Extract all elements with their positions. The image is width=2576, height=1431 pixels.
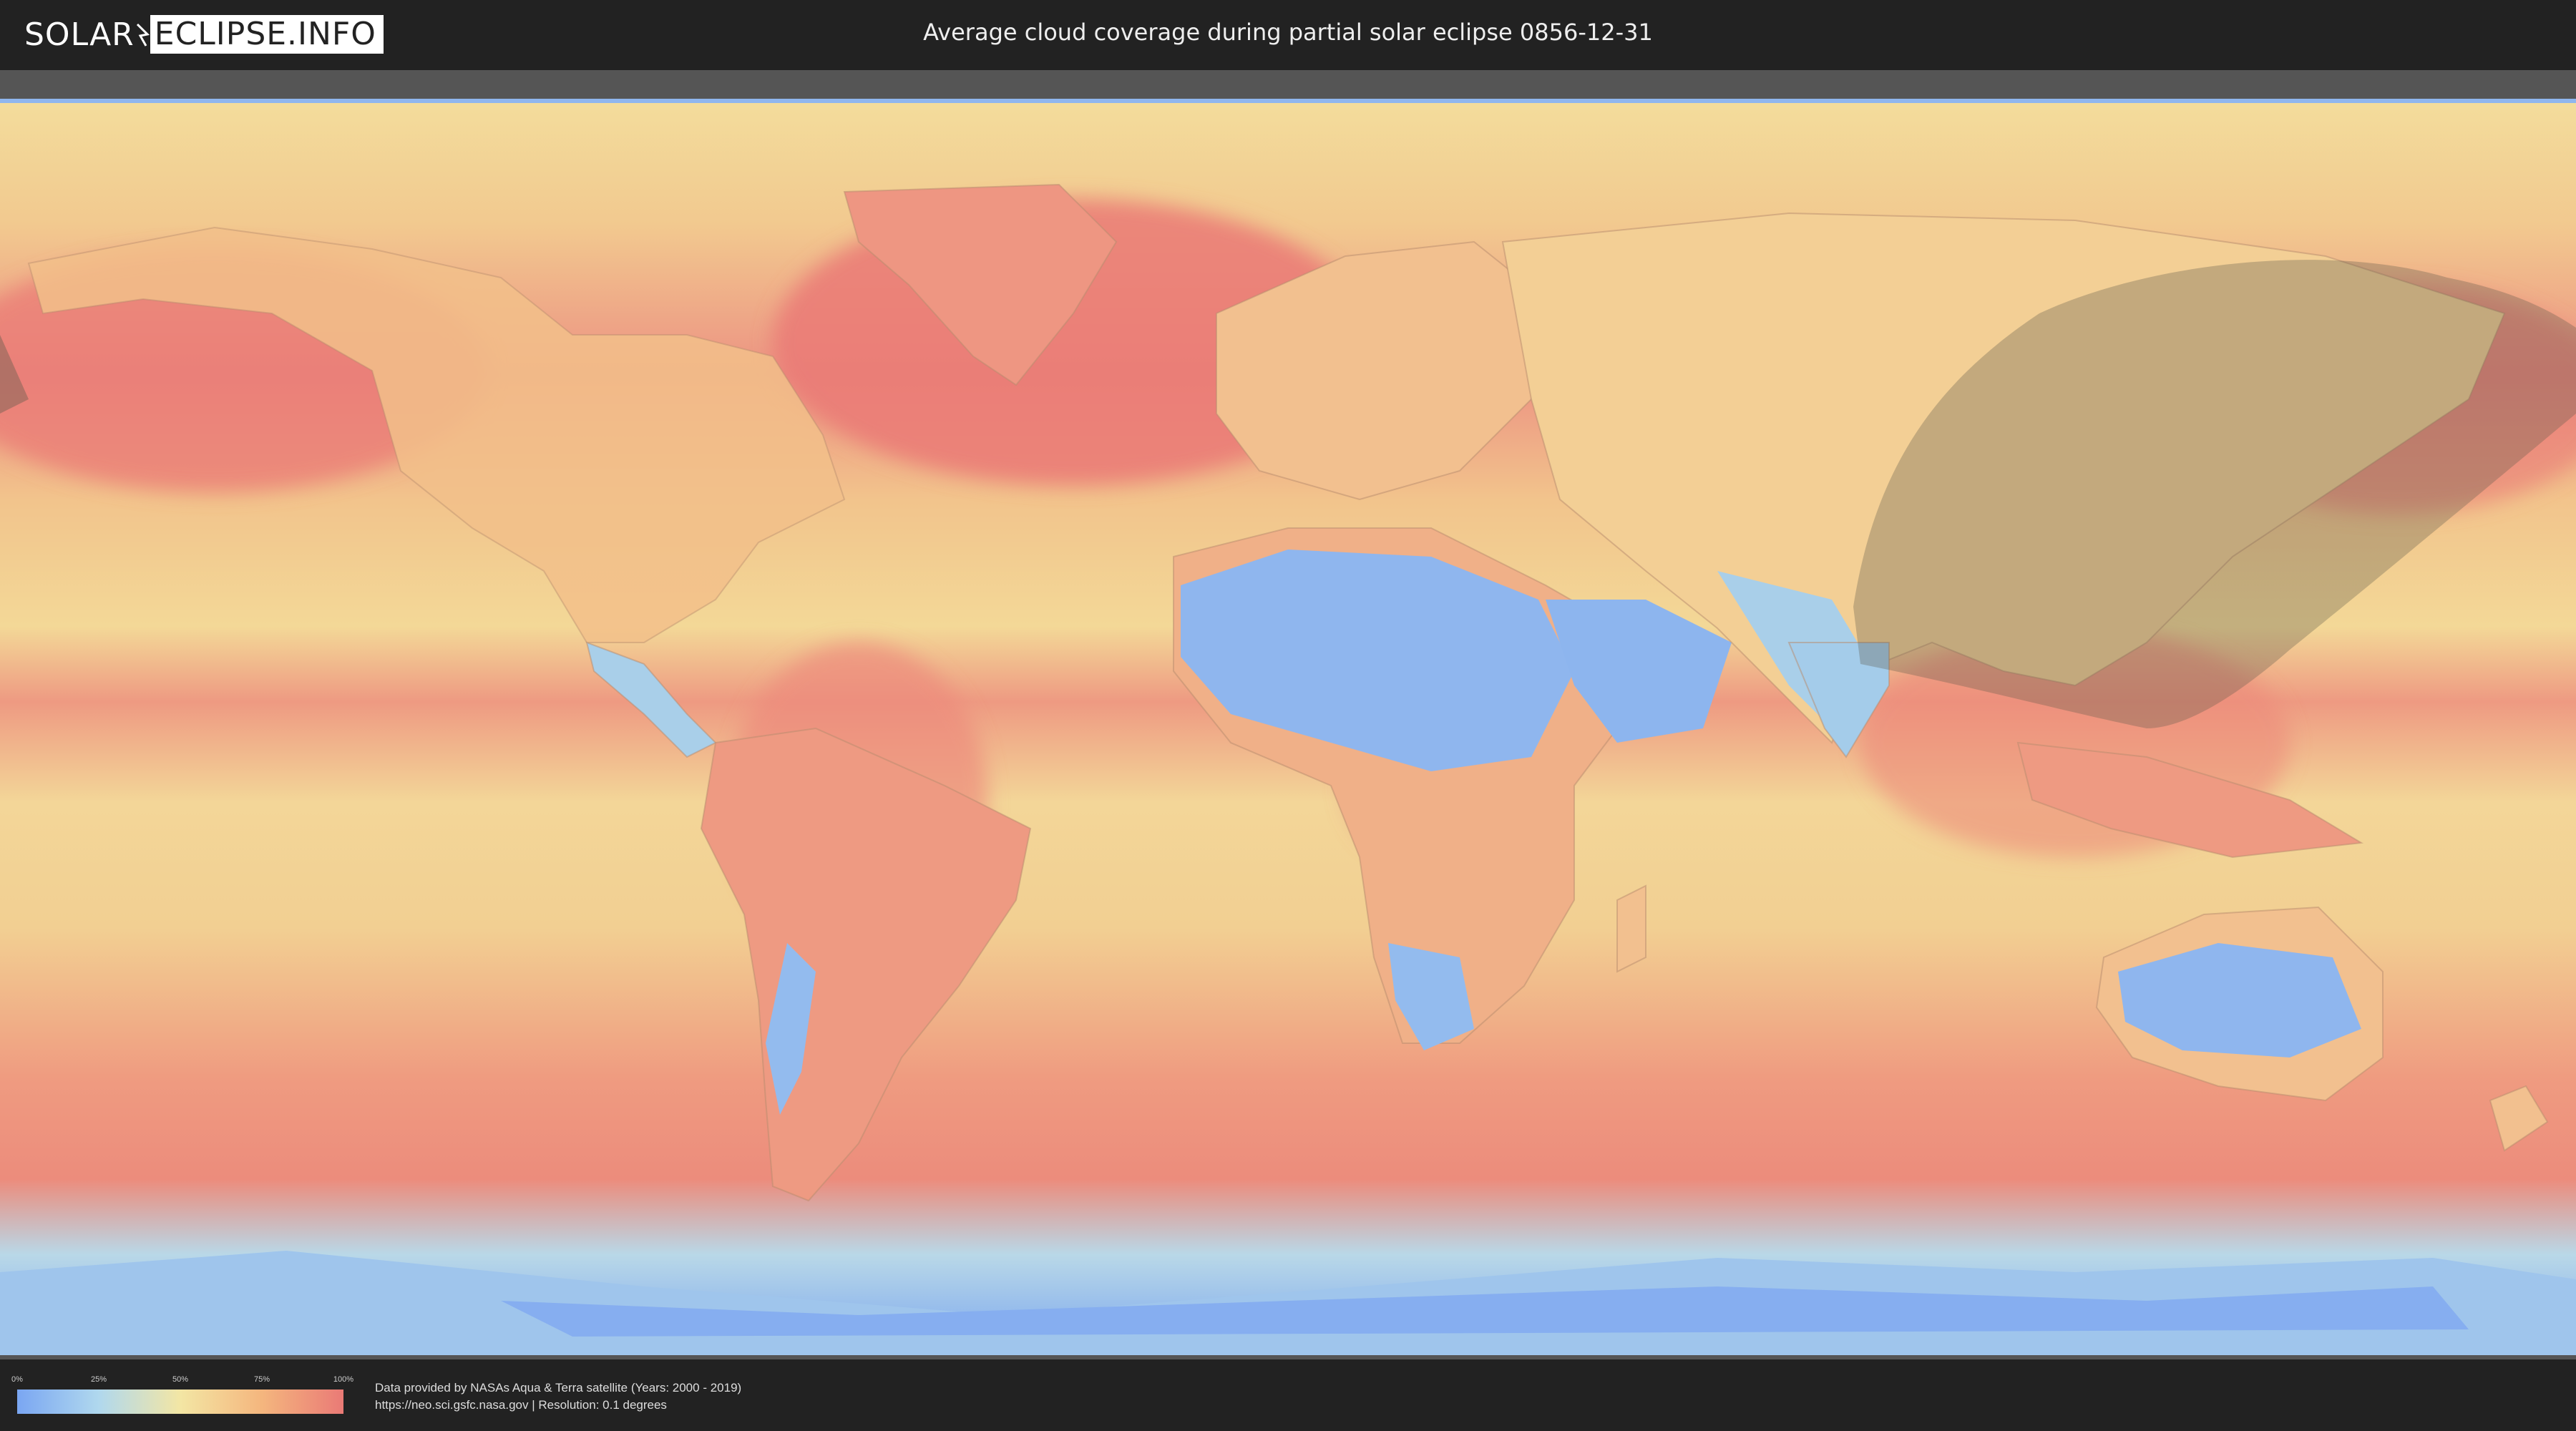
data-credits: Data provided by NASAs Aqua & Terra sate… xyxy=(375,1379,741,1414)
legend-tick: 50% xyxy=(172,1375,189,1384)
map-container xyxy=(0,70,2576,1359)
legend-tick: 0% xyxy=(11,1375,23,1384)
footer-bar: 0% 25% 50% 75% 100% Data provided by NAS… xyxy=(0,1359,2576,1431)
header-bar: SOLAR ECLIPSE.INFO Average cloud coverag… xyxy=(0,0,2576,70)
cloud-coverage-map[interactable] xyxy=(0,99,2576,1355)
legend-ticks: 0% 25% 50% 75% 100% xyxy=(11,1375,353,1390)
legend-tick: 25% xyxy=(90,1375,107,1384)
color-legend: 0% 25% 50% 75% 100% xyxy=(11,1375,353,1414)
page-title: Average cloud coverage during partial so… xyxy=(923,19,1653,46)
legend-tick: 75% xyxy=(253,1375,270,1384)
credits-line-source: Data provided by NASAs Aqua & Terra sate… xyxy=(375,1381,742,1395)
legend-tick: 100% xyxy=(333,1375,354,1384)
legend-color-bar xyxy=(17,1390,343,1414)
credits-line-url: https://neo.sci.gsfc.nasa.gov | Resoluti… xyxy=(375,1398,667,1412)
